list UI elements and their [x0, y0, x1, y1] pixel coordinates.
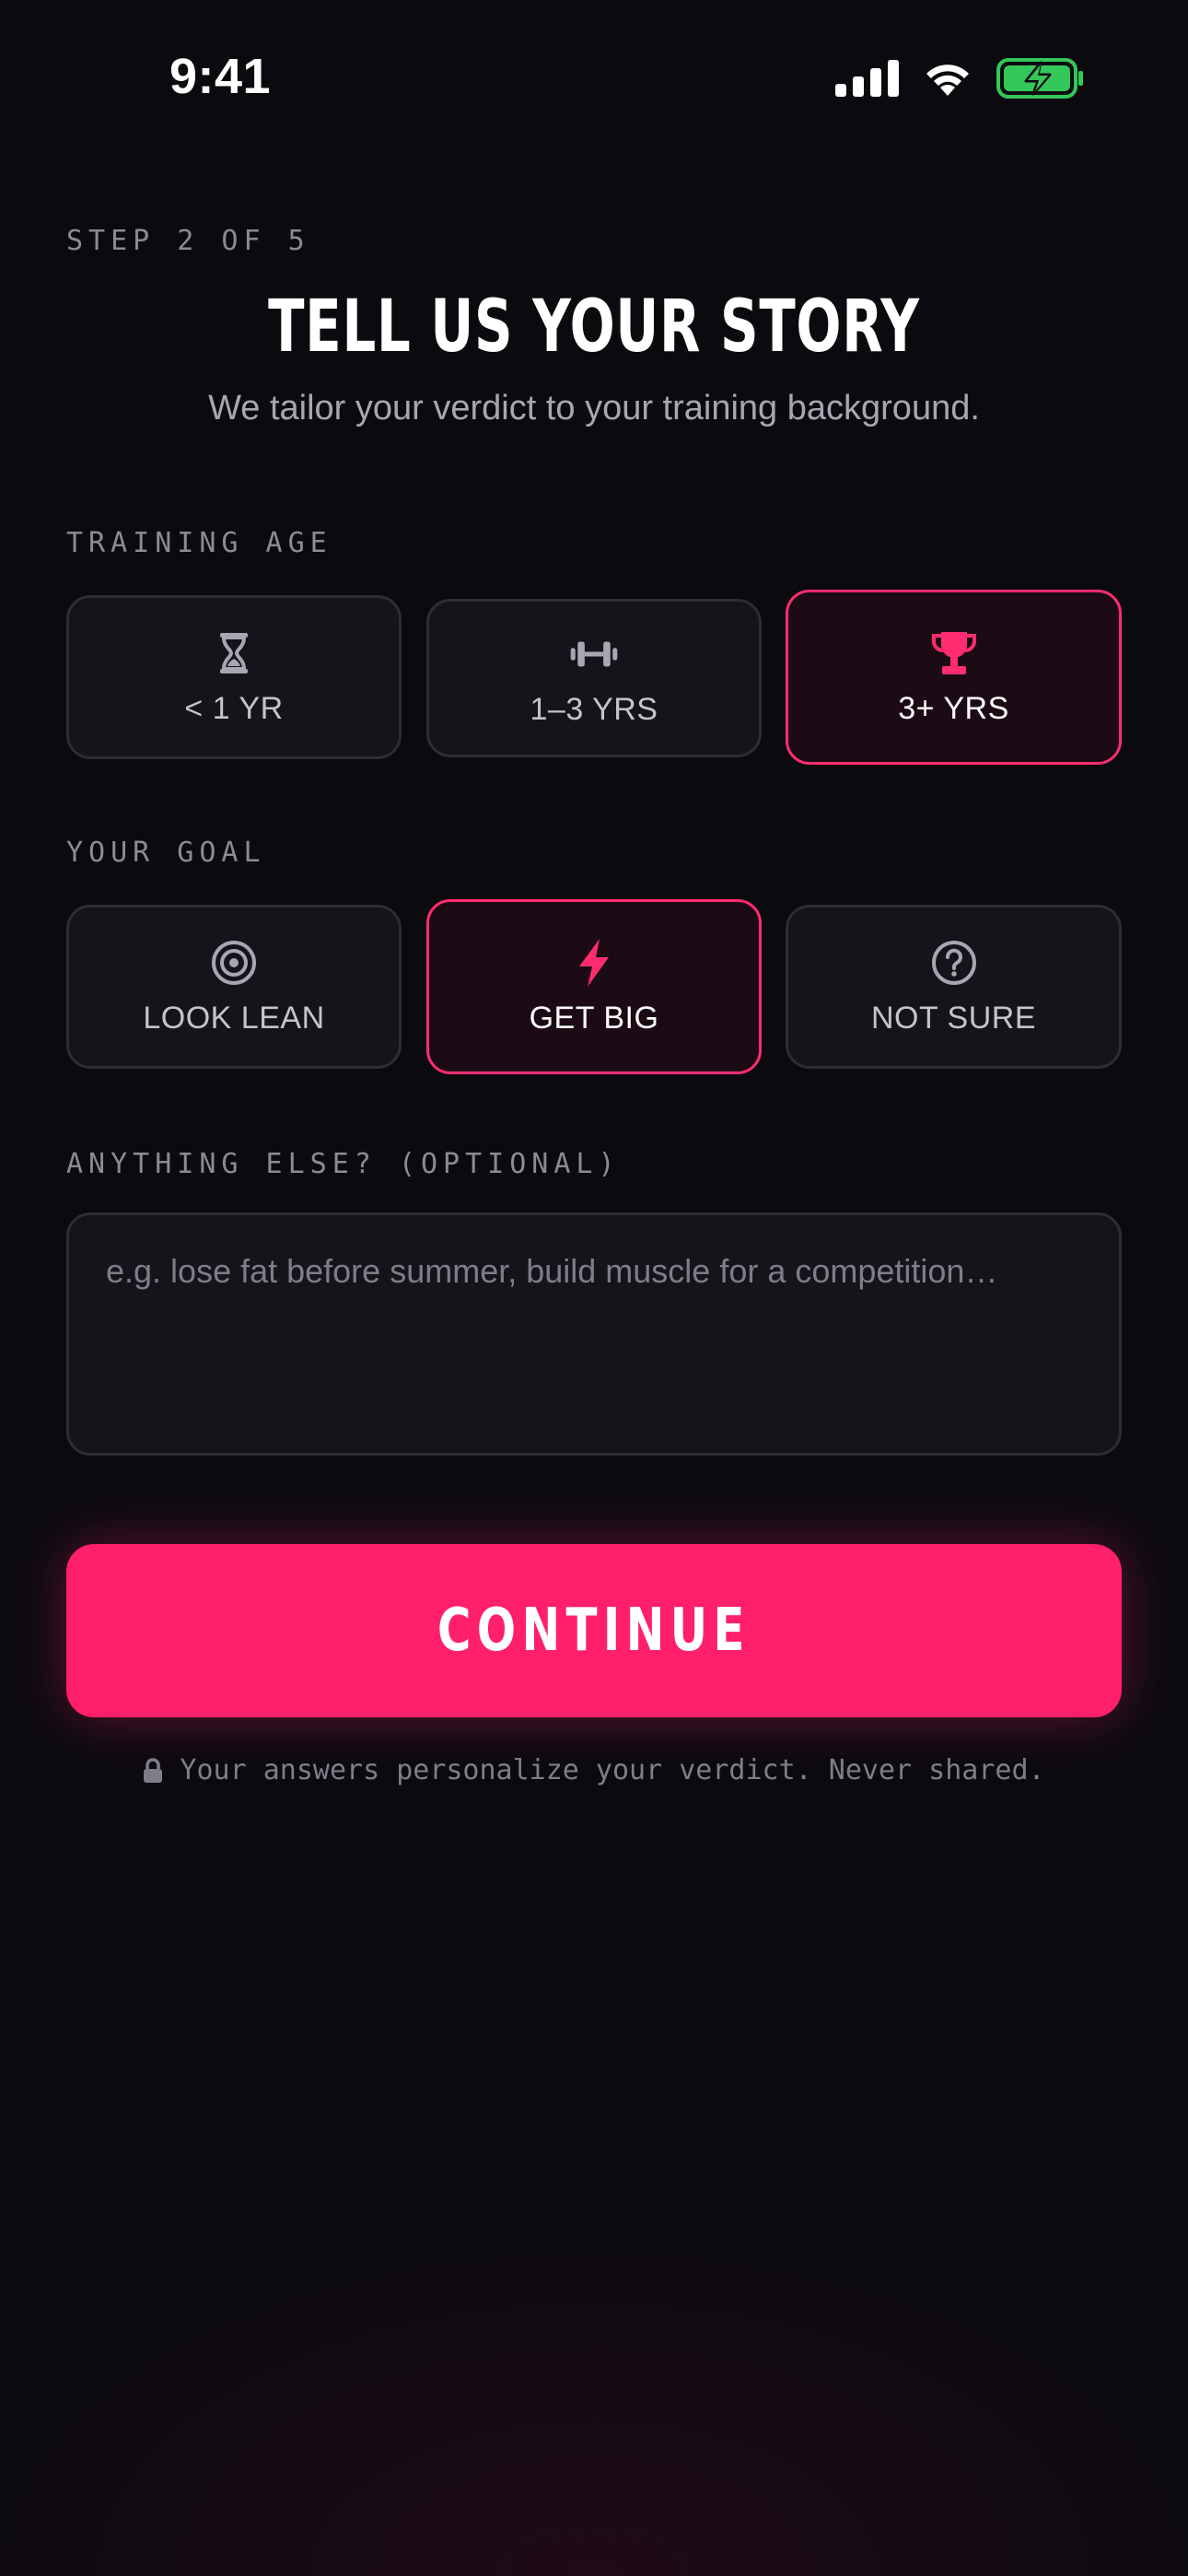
option-label: NOT SURE — [870, 1000, 1037, 1036]
notes-label: ANYTHING ELSE? (OPTIONAL) — [66, 1148, 621, 1180]
target-icon — [209, 938, 259, 988]
dumbbell-icon — [569, 629, 619, 679]
wifi-icon — [926, 64, 969, 96]
goal-label: YOUR GOAL — [66, 837, 266, 869]
option-label: LOOK LEAN — [143, 1000, 325, 1036]
lightning-icon — [569, 938, 619, 988]
training-age-option-3-plus[interactable]: 3+ YRS — [786, 590, 1122, 765]
page-subtitle: We tailor your verdict to your training … — [208, 389, 980, 427]
continue-button-label: CONTINUE — [437, 1597, 751, 1665]
training-age-label: TRAINING AGE — [66, 527, 332, 559]
lock-icon — [144, 1757, 163, 1783]
cellular-signal-icon — [835, 60, 899, 97]
training-age-options: < 1 YR 1–3 YRS 3+ YRS — [66, 590, 1122, 765]
goal-option-get-big[interactable]: GET BIG — [426, 899, 762, 1074]
question-circle-icon — [929, 938, 979, 988]
page-title: TELL US YOUR STORY — [268, 286, 920, 369]
goal-options: LOOK LEAN GET BIG NOT SURE — [66, 899, 1122, 1074]
status-icons — [835, 57, 1085, 100]
notes-textarea[interactable] — [106, 1252, 1082, 1416]
goal-option-look-lean[interactable]: LOOK LEAN — [66, 905, 402, 1069]
step-indicator: STEP 2 OF 5 — [66, 225, 310, 257]
option-label: 3+ YRS — [898, 690, 1009, 726]
status-time: 9:41 — [169, 49, 272, 104]
hourglass-icon — [209, 628, 259, 678]
continue-button[interactable]: CONTINUE — [66, 1544, 1122, 1717]
option-label: < 1 YR — [184, 690, 284, 726]
privacy-note-text: Your answers personalize your verdict. N… — [180, 1754, 1045, 1786]
training-age-option-less-than-1[interactable]: < 1 YR — [66, 595, 402, 759]
status-bar: 9:41 — [0, 0, 1188, 157]
option-label: 1–3 YRS — [530, 691, 658, 727]
battery-charging-icon — [996, 58, 1083, 99]
privacy-note: Your answers personalize your verdict. N… — [0, 1754, 1188, 1786]
option-label: GET BIG — [529, 1000, 659, 1036]
notes-field-container — [66, 1212, 1122, 1456]
goal-option-not-sure[interactable]: NOT SURE — [786, 905, 1122, 1069]
training-age-option-1-3[interactable]: 1–3 YRS — [426, 599, 762, 757]
trophy-icon — [929, 628, 979, 678]
